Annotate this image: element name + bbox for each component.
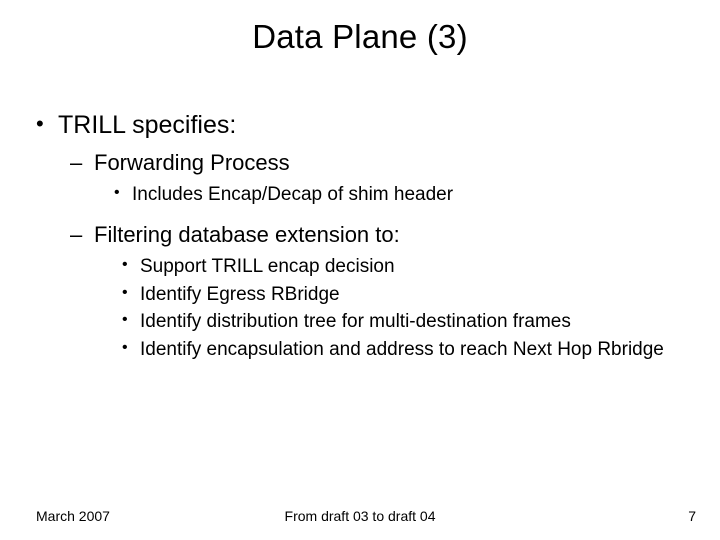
bullet-level3: Identify encapsulation and address to re…	[122, 337, 684, 363]
bullet-text: Support TRILL encap decision	[140, 256, 395, 277]
bullet-text: Forwarding Process	[94, 150, 290, 175]
footer-center: From draft 03 to draft 04	[0, 508, 720, 524]
slide-title: Data Plane (3)	[0, 18, 720, 56]
footer-page: 7	[688, 508, 696, 524]
bullet-level2: Filtering database extension to:	[70, 221, 684, 250]
bullet-level3: Identify Egress RBridge	[122, 282, 684, 308]
slide: Data Plane (3) TRILL specifies: Forwardi…	[0, 0, 720, 540]
bullet-text: Filtering database extension to:	[94, 222, 400, 247]
bullet-level1: TRILL specifies:	[36, 110, 684, 141]
bullet-level2: Forwarding Process	[70, 149, 684, 178]
bullet-level3: Includes Encap/Decap of shim header	[114, 182, 684, 208]
bullet-level3: Identify distribution tree for multi-des…	[122, 309, 684, 335]
bullet-text: Identify Egress RBridge	[140, 284, 340, 305]
bullet-text: Includes Encap/Decap of shim header	[132, 184, 453, 205]
slide-body: TRILL specifies: Forwarding Process Incl…	[36, 110, 684, 365]
bullet-text: Identify distribution tree for multi-des…	[140, 311, 571, 332]
bullet-level3: Support TRILL encap decision	[122, 254, 684, 280]
slide-footer: March 2007 From draft 03 to draft 04 7	[0, 504, 720, 524]
bullet-text: TRILL specifies:	[58, 111, 236, 139]
bullet-text: Identify encapsulation and address to re…	[140, 339, 664, 360]
